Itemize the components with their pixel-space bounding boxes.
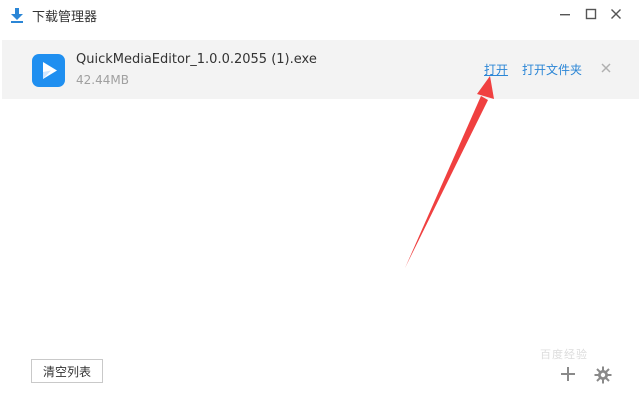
play-icon — [32, 54, 65, 87]
maximize-icon[interactable] — [583, 6, 599, 22]
gear-icon[interactable] — [594, 366, 612, 384]
close-icon[interactable] — [608, 6, 624, 22]
clear-list-button[interactable]: 清空列表 — [31, 359, 103, 383]
open-folder-link[interactable]: 打开文件夹 — [522, 61, 582, 78]
download-icon — [11, 8, 23, 23]
plus-icon[interactable] — [559, 365, 577, 383]
window-title: 下载管理器 — [32, 10, 98, 25]
download-filename: QuickMediaEditor_1.0.0.2055 (1).exe — [76, 52, 317, 67]
download-size: 42.44MB — [76, 73, 129, 87]
open-link[interactable]: 打开 — [484, 61, 508, 78]
minimize-icon[interactable] — [557, 6, 573, 22]
watermark: 百度经验 — [540, 348, 588, 361]
download-item[interactable]: QuickMediaEditor_1.0.0.2055 (1).exe 42.4… — [2, 40, 639, 99]
remove-item-icon[interactable] — [600, 62, 612, 74]
title-bar: 下载管理器 — [0, 0, 641, 30]
